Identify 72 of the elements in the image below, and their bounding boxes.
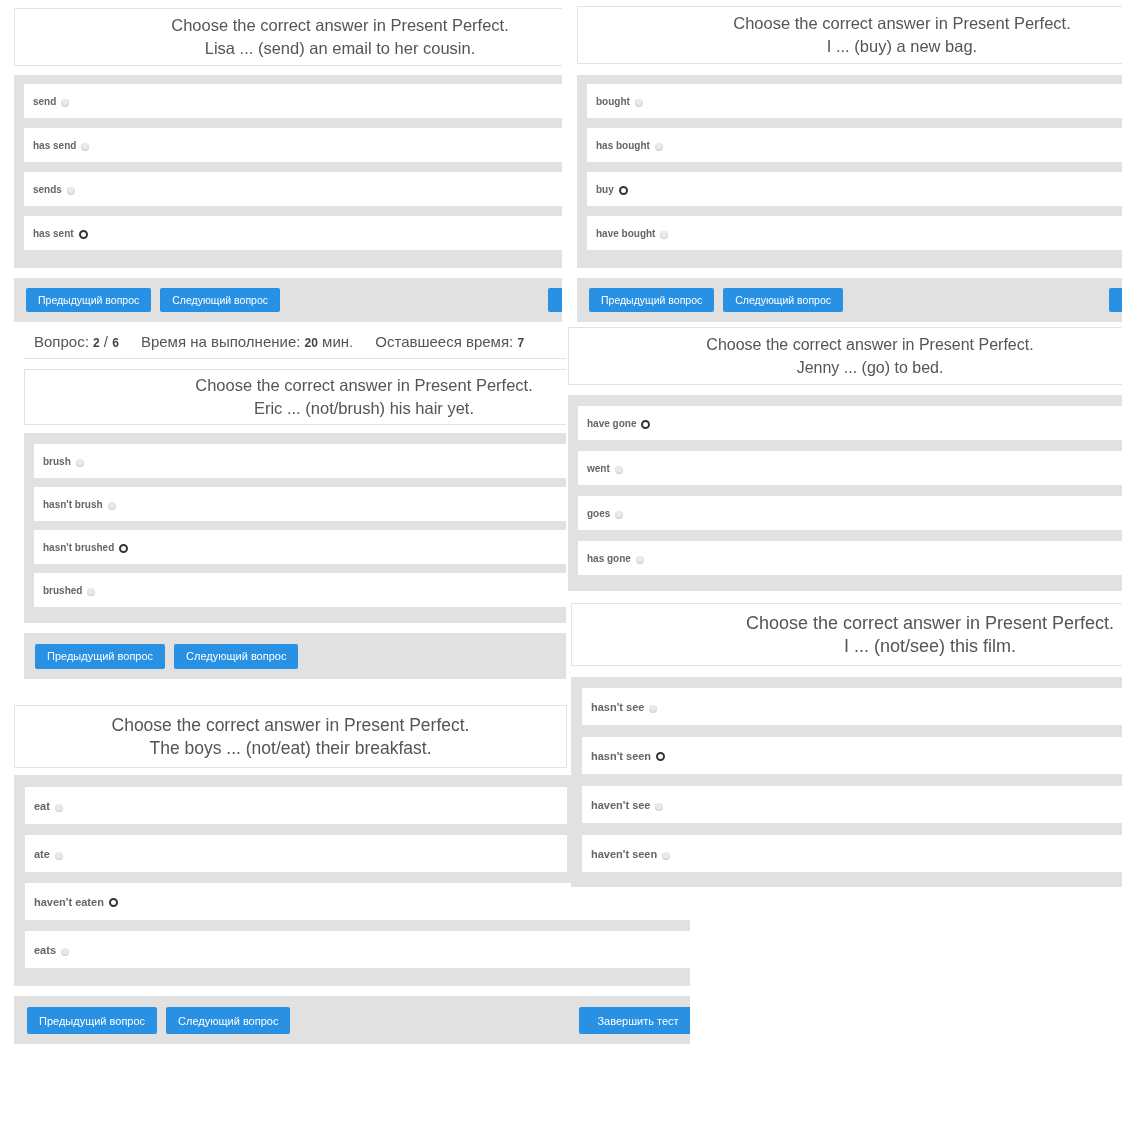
radio-button[interactable] bbox=[615, 511, 624, 519]
question-instruction: Choose the correct answer in Present Perfect. bbox=[706, 335, 1034, 355]
answer-option[interactable]: has bought bbox=[587, 128, 1122, 162]
finish-button[interactable]: Завершить тест bbox=[579, 1007, 690, 1034]
answer-option[interactable]: hasn't seen bbox=[582, 737, 1122, 774]
answer-option[interactable]: has sent bbox=[24, 216, 562, 250]
question-sentence: Lisa ... (send) an email to her cousin. bbox=[204, 38, 476, 59]
answer-option[interactable]: ate bbox=[25, 835, 567, 872]
question-instruction: Choose the correct answer in Present Perfect. bbox=[111, 713, 470, 737]
answer-option[interactable]: eat bbox=[25, 787, 567, 824]
answer-option[interactable]: has gone bbox=[578, 541, 1122, 575]
answer-option[interactable]: sends bbox=[24, 172, 562, 206]
answer-option[interactable]: have bought bbox=[587, 216, 1122, 250]
status-text: Время на выполнение: 20 мин. bbox=[140, 333, 354, 350]
question-instruction: Choose the correct answer in Present Perfect. bbox=[733, 13, 1071, 34]
radio-button[interactable] bbox=[78, 229, 88, 239]
nav-button[interactable]: Следующий вопрос bbox=[723, 288, 844, 312]
radio-button[interactable] bbox=[61, 947, 70, 956]
radio-button[interactable] bbox=[649, 704, 658, 713]
radio-button[interactable] bbox=[107, 502, 116, 510]
answer-option[interactable]: eats bbox=[25, 931, 690, 968]
question-sentence: Eric ... (not/brush) his hair yet. bbox=[253, 398, 475, 419]
question-instruction: Choose the correct answer in Present Perfect. bbox=[171, 15, 509, 36]
question-sentence: I ... (buy) a new bag. bbox=[826, 36, 978, 57]
nav-button[interactable]: Предыдущий вопрос bbox=[27, 1007, 158, 1034]
question-instruction: Choose the correct answer in Present Perfect. bbox=[745, 611, 1115, 635]
radio-button[interactable] bbox=[61, 99, 70, 107]
radio-button[interactable] bbox=[54, 851, 63, 860]
radio-button[interactable] bbox=[662, 851, 671, 860]
nav-button[interactable]: Предыдущий вопрос bbox=[589, 288, 715, 312]
radio-button[interactable] bbox=[87, 588, 96, 596]
nav-button[interactable]: Предыдущий вопрос bbox=[26, 288, 152, 312]
answer-option[interactable]: bought bbox=[587, 84, 1122, 118]
radio-button[interactable] bbox=[634, 99, 643, 107]
answer-option[interactable]: buy bbox=[587, 172, 1122, 206]
radio-button[interactable] bbox=[66, 187, 75, 195]
answer-option[interactable]: brushed bbox=[34, 573, 566, 607]
radio-button[interactable] bbox=[119, 543, 129, 553]
nav-button[interactable]: Следующий вопрос bbox=[174, 643, 299, 669]
radio-button[interactable] bbox=[614, 466, 623, 474]
answer-option[interactable]: hasn't brushed bbox=[34, 530, 566, 564]
radio-button[interactable] bbox=[641, 419, 651, 429]
question-sentence: The boys ... (not/eat) their breakfast. bbox=[149, 736, 432, 760]
status-text: Вопрос: 2 / 6 bbox=[34, 333, 119, 350]
answer-option[interactable]: goes bbox=[578, 496, 1122, 530]
radio-button[interactable] bbox=[81, 143, 90, 151]
answer-option[interactable]: brush bbox=[34, 444, 566, 478]
question-sentence: Jenny ... (go) to bed. bbox=[796, 358, 944, 378]
radio-button[interactable] bbox=[635, 556, 644, 564]
answer-option[interactable]: hasn't brush bbox=[34, 487, 566, 521]
nav-button[interactable]: Следующий вопрос bbox=[166, 1007, 291, 1034]
answer-option[interactable]: hasn't see bbox=[582, 688, 1122, 725]
radio-button[interactable] bbox=[660, 231, 669, 239]
answer-option[interactable]: have gone bbox=[578, 406, 1122, 440]
nav-button[interactable]: Следующий вопрос bbox=[160, 288, 281, 312]
nav-button[interactable]: Предыдущий вопрос bbox=[35, 643, 166, 669]
question-sentence: I ... (not/see) this film. bbox=[843, 634, 1016, 658]
radio-button[interactable] bbox=[654, 143, 663, 151]
answer-option[interactable]: haven't seen bbox=[582, 835, 1122, 872]
radio-button[interactable] bbox=[54, 803, 63, 812]
radio-button[interactable] bbox=[656, 752, 666, 761]
radio-button[interactable] bbox=[655, 802, 664, 811]
question-instruction: Choose the correct answer in Present Perfect. bbox=[195, 375, 533, 396]
answer-option[interactable]: send bbox=[24, 84, 562, 118]
radio-button[interactable] bbox=[618, 185, 628, 195]
answer-option[interactable]: went bbox=[578, 451, 1122, 485]
answer-option[interactable]: has send bbox=[24, 128, 562, 162]
answer-option[interactable]: haven't see bbox=[582, 786, 1122, 823]
radio-button[interactable] bbox=[108, 898, 118, 907]
answer-option[interactable]: haven't eaten bbox=[25, 883, 690, 920]
status-text: Оставшееся время: 7 bbox=[375, 333, 525, 350]
radio-button[interactable] bbox=[75, 459, 84, 467]
